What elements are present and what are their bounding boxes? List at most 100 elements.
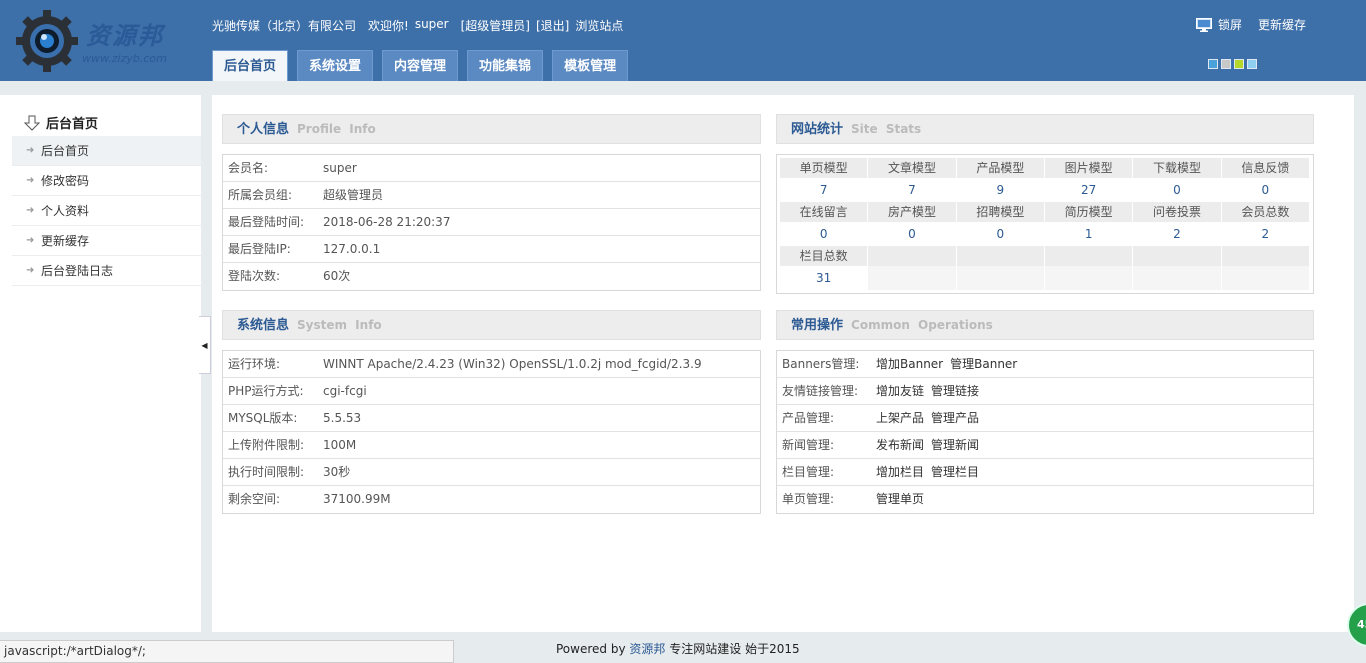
table-row: PHP运行方式: cgi-fcgi: [223, 378, 760, 405]
stat-label: 房产模型: [868, 202, 956, 222]
manage-news-link[interactable]: 管理新闻: [931, 438, 979, 452]
system-panel: 系统信息 System Info 运行环境: WINNT Apache/2.4.23…: [222, 310, 761, 514]
add-column-link[interactable]: 增加栏目: [876, 465, 924, 479]
stat-cell: 下载模型 0: [1133, 158, 1222, 202]
role-link[interactable]: [超级管理员]: [461, 17, 530, 34]
row-value: 超级管理员: [323, 188, 384, 202]
row-value: 30秒: [323, 465, 351, 479]
sidebar-item-refresh-cache[interactable]: ➜ 更新缓存: [12, 226, 201, 256]
panel-header: 网站统计 Site Stats: [776, 114, 1314, 144]
stat-value: [868, 266, 956, 290]
skin-swatch-green[interactable]: [1234, 59, 1244, 69]
table-row: 运行环境: WINNT Apache/2.4.23 (Win32) OpenSSL…: [223, 351, 760, 378]
stat-label: 栏目总数: [780, 246, 868, 266]
gear-eye-logo-icon: [16, 10, 78, 72]
add-banner-link[interactable]: 增加Banner: [876, 357, 943, 371]
logo-url: www.zizyb.com: [82, 52, 167, 65]
row-key: 执行时间限制:: [228, 465, 305, 479]
stat-label: 单页模型: [780, 158, 868, 178]
stat-value[interactable]: 7: [780, 178, 868, 202]
tab-features[interactable]: 功能集锦: [467, 50, 544, 81]
stat-label: 文章模型: [868, 158, 956, 178]
sidebar-item-change-password[interactable]: ➜ 修改密码: [12, 166, 201, 196]
browse-site-link[interactable]: 浏览站点: [575, 17, 623, 34]
table-row: 产品管理: 上架产品 管理产品: [777, 405, 1313, 432]
refresh-cache-label: 更新缓存: [1257, 18, 1306, 32]
stat-value[interactable]: 2: [1133, 222, 1221, 246]
tab-template-management[interactable]: 模板管理: [552, 50, 629, 81]
stat-value: [1221, 266, 1309, 290]
row-key: 新闻管理:: [782, 438, 835, 452]
footer-text: Powered by 资源邦 专注网站建设 始于2015: [556, 640, 800, 657]
panel-subtitle: Site Stats: [851, 122, 922, 136]
stat-value[interactable]: 31: [780, 266, 868, 290]
table-row: MYSQL版本: 5.5.53: [223, 405, 760, 432]
manage-column-link[interactable]: 管理栏目: [931, 465, 979, 479]
sidebar-title-label: 后台首页: [46, 117, 99, 132]
manage-singlepage-link[interactable]: 管理单页: [876, 492, 924, 506]
sidebar-item-profile[interactable]: ➜ 个人资料: [12, 196, 201, 226]
stat-cell: 房产模型 0: [868, 202, 957, 246]
row-key: PHP运行方式:: [228, 384, 304, 398]
table-row: 单页管理: 管理单页: [777, 486, 1313, 513]
row-key: 上传附件限制:: [228, 438, 305, 452]
logo[interactable]: 资源邦 www.zizyb.com: [16, 10, 186, 72]
table-row: 执行时间限制: 30秒: [223, 459, 760, 486]
stat-value[interactable]: 9: [956, 178, 1044, 202]
skin-swatch-gray[interactable]: [1221, 59, 1231, 69]
skin-swatch-blue[interactable]: [1208, 59, 1218, 69]
stat-value[interactable]: 0: [956, 222, 1044, 246]
stat-cell: 简历模型 1: [1045, 202, 1134, 246]
table-row: 剩余空间: 37100.99M: [223, 486, 760, 513]
stat-label: [1045, 246, 1133, 266]
stat-value[interactable]: 0: [780, 222, 868, 246]
sidebar-title: 后台首页: [24, 113, 98, 132]
stat-value[interactable]: 0: [1133, 178, 1221, 202]
manage-friendlink-link[interactable]: 管理链接: [931, 384, 979, 398]
sidebar-item-login-log[interactable]: ➜ 后台登陆日志: [12, 256, 201, 286]
table-row: 友情链接管理: 增加友链 管理链接: [777, 378, 1313, 405]
row-value: super: [323, 161, 357, 175]
stat-cell: 信息反馈 0: [1221, 158, 1310, 202]
table-row: 登陆次数: 60次: [223, 263, 760, 290]
tab-content-management[interactable]: 内容管理: [382, 50, 459, 81]
stat-value[interactable]: 1: [1045, 222, 1133, 246]
row-value: 37100.99M: [323, 492, 391, 506]
stat-label: [1221, 246, 1309, 266]
manage-banner-link[interactable]: 管理Banner: [950, 357, 1017, 371]
footer-brand-link[interactable]: 资源邦: [629, 642, 665, 656]
profile-table: 会员名: super 所属会员组: 超级管理员 最后登陆时间: 2018-06-28 …: [222, 154, 761, 291]
row-value: WINNT Apache/2.4.23 (Win32) OpenSSL/1.0.…: [323, 357, 702, 371]
panel-subtitle: Common Operations: [851, 318, 993, 332]
stat-label: [956, 246, 1044, 266]
table-row: 新闻管理: 发布新闻 管理新闻: [777, 432, 1313, 459]
stat-cell: 栏目总数 31: [780, 246, 869, 290]
main-content: 个人信息 Profile Info 会员名: super 所属会员组: 超级管理员 最…: [212, 95, 1354, 632]
stat-cell: 单页模型 7: [780, 158, 869, 202]
stat-value[interactable]: 7: [868, 178, 956, 202]
stat-label: 招聘模型: [956, 202, 1044, 222]
arrow-right-icon: ➜: [26, 174, 35, 186]
stat-value[interactable]: 0: [1221, 178, 1309, 202]
manage-product-link[interactable]: 管理产品: [931, 411, 979, 425]
stat-value: [1045, 266, 1133, 290]
stat-cell: 问卷投票 2: [1133, 202, 1222, 246]
stat-value[interactable]: 0: [868, 222, 956, 246]
stat-label: 问卷投票: [1133, 202, 1221, 222]
sidebar-collapse-toggle[interactable]: ◀: [199, 316, 211, 374]
add-news-link[interactable]: 发布新闻: [876, 438, 924, 452]
row-key: 产品管理:: [782, 411, 835, 425]
stat-value[interactable]: 27: [1045, 178, 1133, 202]
add-friendlink-link[interactable]: 增加友链: [876, 384, 924, 398]
refresh-cache-button[interactable]: 更新缓存: [1258, 16, 1306, 33]
tab-home[interactable]: 后台首页: [212, 50, 289, 81]
logout-link[interactable]: [退出]: [536, 17, 569, 34]
sidebar-item-home[interactable]: ➜ 后台首页: [12, 136, 201, 166]
stats-grid: 单页模型 7 文章模型 7 产品模型 9 图片模型 27 下载模型 0 信息反馈 0 在线留…: [776, 154, 1314, 294]
stat-value[interactable]: 2: [1221, 222, 1309, 246]
add-product-link[interactable]: 上架产品: [876, 411, 924, 425]
lock-screen-button[interactable]: 锁屏: [1195, 16, 1242, 33]
stat-label: 下载模型: [1133, 158, 1221, 178]
tab-system-settings[interactable]: 系统设置: [297, 50, 374, 81]
skin-swatch-cyan[interactable]: [1247, 59, 1257, 69]
